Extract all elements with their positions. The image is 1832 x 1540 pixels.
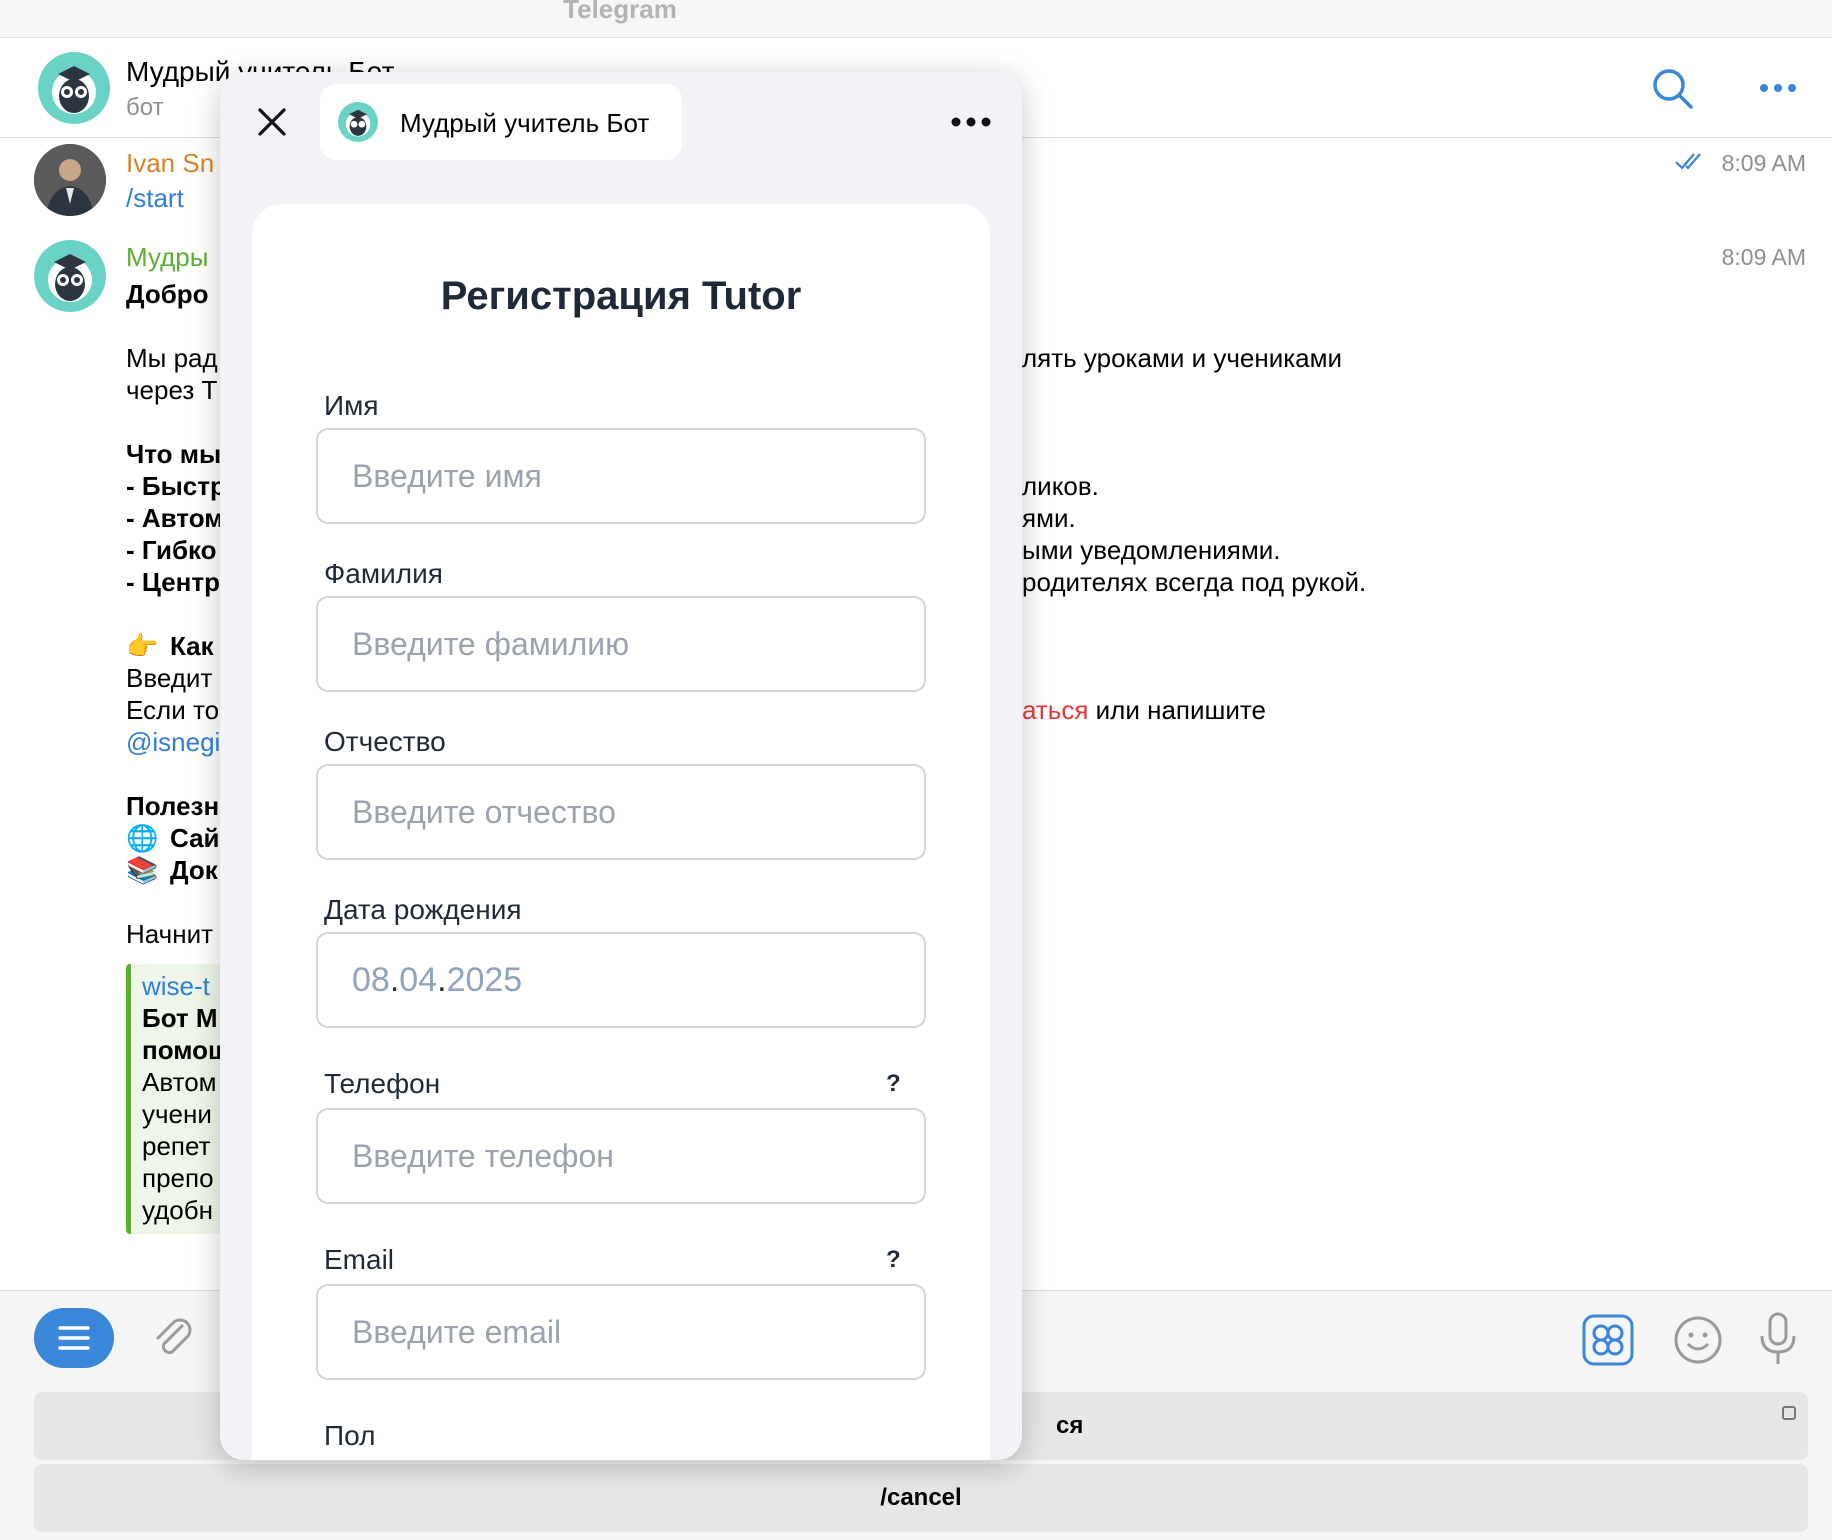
keyboard-cancel-label: /cancel: [880, 1484, 962, 1511]
last-name-label: Фамилия: [324, 558, 443, 589]
emoji-icon[interactable]: [1672, 1314, 1724, 1366]
support-handle-link[interactable]: @isnegi: [126, 726, 220, 758]
user-avatar[interactable]: [34, 144, 106, 216]
date-separator: .: [389, 961, 400, 999]
register-link[interactable]: аться: [1022, 695, 1088, 725]
phone-help-icon[interactable]: ?: [886, 1070, 901, 1098]
date-separator: .: [437, 961, 447, 999]
bullet-2: - Автом: [126, 503, 224, 533]
bullet-1: - Быстр: [126, 471, 226, 501]
microphone-icon[interactable]: [1754, 1312, 1802, 1366]
books-emoji: 📚: [126, 855, 159, 885]
what-heading: Что мы: [126, 439, 222, 469]
start-line: Начнит: [126, 919, 214, 949]
phone-input[interactable]: [316, 1108, 926, 1204]
bullet-4: - Центр: [126, 567, 220, 597]
site-link[interactable]: Сай: [170, 822, 220, 854]
preview-title-2: помощ: [142, 1035, 230, 1065]
intro-line-1-tail: лять уроками и учениками: [1022, 343, 1343, 373]
preview-desc-1: Автом: [142, 1067, 217, 1097]
birth-month: 04: [399, 961, 438, 999]
pointing-emoji: 👉: [126, 631, 159, 661]
patronymic-label: Отчество: [324, 726, 446, 757]
first-name-input[interactable]: [316, 428, 926, 524]
gender-label: Пол: [324, 1420, 376, 1451]
intro-line-1: Мы рад: [126, 343, 218, 373]
docs-link[interactable]: Док: [170, 854, 218, 886]
patronymic-input[interactable]: [316, 764, 926, 860]
birth-date-label: Дата рождения: [324, 894, 522, 925]
email-label: Email: [324, 1244, 395, 1275]
apps-icon[interactable]: [1582, 1314, 1634, 1366]
owl-icon: [48, 254, 92, 302]
first-name-label: Имя: [324, 390, 379, 421]
greeting-text: Добро: [126, 279, 209, 309]
preview-desc-3: репет: [142, 1131, 211, 1161]
useful-heading: Полезн: [126, 791, 220, 821]
bot-name[interactable]: Мудры: [126, 242, 208, 273]
preview-desc-5: удобн: [142, 1195, 214, 1225]
chat-subtitle: бот: [126, 94, 164, 121]
preview-desc-4: препо: [142, 1163, 214, 1193]
webapp-corner-icon: [1782, 1406, 1796, 1420]
phone-label: Телефон: [324, 1068, 441, 1099]
more-icon[interactable]: [946, 102, 996, 142]
read-check-icon: [1675, 153, 1701, 170]
birth-year: 2025: [446, 961, 523, 999]
preview-site[interactable]: wise-t: [142, 970, 210, 1002]
webapp-title: Мудрый учитель Бот: [400, 108, 650, 138]
bot-menu-button[interactable]: [34, 1308, 114, 1368]
close-icon[interactable]: [250, 100, 294, 144]
birth-date-input[interactable]: 08.04.2025: [316, 932, 926, 1028]
user-name[interactable]: Ivan Sn: [126, 148, 214, 179]
how-heading: Как: [170, 631, 214, 661]
intro-line-2: через Т: [126, 375, 218, 405]
webapp-bot-avatar: [338, 102, 378, 142]
start-command[interactable]: /start: [126, 182, 184, 214]
search-icon[interactable]: [1650, 66, 1694, 110]
bullet-1-tail: ликов.: [1022, 471, 1099, 501]
webapp-title-pill[interactable]: Мудрый учитель Бот: [320, 84, 682, 160]
bullet-3-tail: ыми уведомлениями.: [1022, 535, 1281, 565]
if-line: Если то: [126, 695, 220, 725]
webapp-panel: Мудрый учитель Бот Регистрация Tutor Имя…: [220, 72, 1022, 1460]
bullet-2-tail: ями.: [1022, 503, 1076, 533]
email-help-icon[interactable]: ?: [886, 1246, 901, 1274]
user-photo-icon: [34, 144, 106, 216]
birth-day: 08: [352, 961, 390, 999]
bot-avatar-small[interactable]: [34, 240, 106, 312]
owl-icon: [52, 66, 96, 114]
menu-icon: [58, 1326, 90, 1350]
last-name-input[interactable]: [316, 596, 926, 692]
registration-form: Регистрация Tutor Имя Фамилия Отчество Д…: [252, 204, 990, 1460]
keyboard-button-cancel[interactable]: /cancel: [34, 1464, 1808, 1532]
preview-title-1: Бот М: [142, 1003, 218, 1033]
bullet-3: - Гибко: [126, 535, 217, 565]
owl-icon: [345, 109, 371, 137]
attach-icon[interactable]: [148, 1312, 200, 1364]
message-time: 8:09 AM: [1721, 150, 1806, 176]
email-input[interactable]: [316, 1284, 926, 1380]
window-title: Telegram: [563, 0, 677, 24]
globe-emoji: 🌐: [126, 823, 159, 853]
bullet-4-tail: родителях всегда под рукой.: [1022, 567, 1367, 597]
if-line-rest: или напишите: [1088, 695, 1266, 725]
more-icon[interactable]: [1756, 66, 1800, 110]
if-line-tail: аться или напишите: [1022, 694, 1266, 726]
keyboard-button-label: ся: [1056, 1412, 1084, 1439]
enter-line: Введит: [126, 663, 213, 693]
preview-desc-2: учени: [142, 1099, 212, 1129]
form-title: Регистрация Tutor: [440, 274, 802, 318]
window-titlebar: Telegram: [0, 0, 1832, 38]
bot-avatar[interactable]: [38, 52, 110, 124]
message-time: 8:09 AM: [1721, 244, 1806, 270]
